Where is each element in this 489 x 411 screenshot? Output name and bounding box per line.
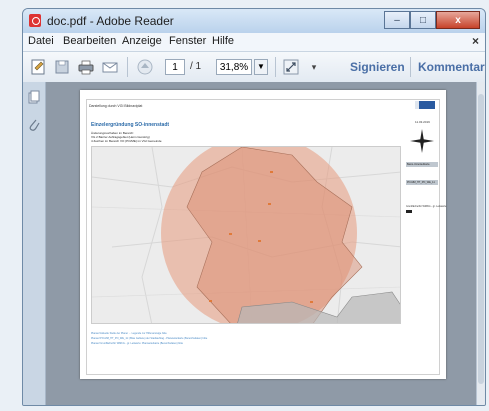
create-pdf-icon[interactable] bbox=[28, 57, 48, 77]
page-frame: Darstellung durch VGI Bildnaviplat Einze… bbox=[86, 99, 446, 375]
signieren-button[interactable]: Signieren bbox=[350, 60, 405, 74]
footer-line-3: Planauf Grunfläche/für WMKG - gr. Leitwe… bbox=[91, 342, 183, 345]
toolbar-separator bbox=[410, 57, 411, 77]
page-total: / 1 bbox=[190, 61, 202, 72]
menu-hilfe[interactable]: Hilfe bbox=[212, 35, 234, 47]
save-icon[interactable] bbox=[52, 57, 72, 77]
legend-item-1: PO-MM_HT_PO_WE_11 bbox=[406, 180, 438, 185]
menu-anzeige[interactable]: Anzeige bbox=[122, 35, 162, 47]
legend-title: Basis-Unterlaufkarte bbox=[406, 162, 438, 167]
previous-page-icon[interactable] bbox=[135, 57, 155, 77]
adobe-reader-window: doc.pdf - Adobe Reader – □ x Datei Bearb… bbox=[22, 8, 486, 406]
pages-panel-icon[interactable] bbox=[28, 90, 40, 104]
document-title: Einzelergründung SO-innenstadt bbox=[91, 122, 170, 128]
toolbar-separator bbox=[127, 57, 128, 77]
minimize-button[interactable]: – bbox=[384, 11, 410, 29]
email-icon[interactable] bbox=[100, 57, 120, 77]
toolbar-overflow-icon[interactable]: ▾ bbox=[304, 57, 324, 77]
subtitle-line-3: 4 Zeichen im Bereich VO (PO/ME) im VGI G… bbox=[91, 139, 162, 143]
map-image bbox=[91, 146, 401, 324]
north-arrow-icon bbox=[410, 129, 434, 153]
close-button[interactable]: x bbox=[436, 11, 480, 29]
organization-logo bbox=[419, 101, 435, 109]
toolbar: 1 / 1 31,8% ▼ ▾ Signieren Kommentar bbox=[23, 52, 485, 83]
menu-datei[interactable]: Datei bbox=[28, 35, 54, 47]
pdf-page: Darstellung durch VGI Bildnaviplat Einze… bbox=[80, 90, 446, 379]
vertical-scrollbar[interactable] bbox=[476, 82, 485, 405]
zoom-input[interactable]: 31,8% bbox=[216, 59, 252, 75]
navigation-sidebar bbox=[23, 82, 46, 405]
document-date: 11.03.2019 bbox=[415, 120, 430, 124]
document-area[interactable]: Darstellung durch VGI Bildnaviplat Einze… bbox=[46, 82, 479, 405]
toolbar-separator bbox=[275, 57, 276, 77]
print-icon[interactable] bbox=[76, 57, 96, 77]
page-header-text: Darstellung durch VGI Bildnaviplat bbox=[89, 104, 143, 108]
footer-line-2: Planauf PO-MM_HT_PO_WE_11: (Blau Gebiete… bbox=[91, 337, 208, 340]
kommentar-button[interactable]: Kommentar bbox=[418, 60, 485, 74]
maximize-button[interactable]: □ bbox=[410, 11, 436, 29]
page-number-input[interactable]: 1 bbox=[165, 59, 185, 75]
title-bar: doc.pdf - Adobe Reader – □ x bbox=[23, 9, 485, 33]
legend-item-2: Grunfläche/für WMKG - gr. Leitwerte bbox=[406, 205, 447, 208]
menu-bar: Datei Bearbeiten Anzeige Fenster Hilfe × bbox=[23, 33, 485, 52]
menu-fenster[interactable]: Fenster bbox=[169, 35, 206, 47]
menu-bearbeiten[interactable]: Bearbeiten bbox=[63, 35, 116, 47]
scrollbar-thumb[interactable] bbox=[478, 94, 484, 384]
attachments-icon[interactable] bbox=[28, 118, 40, 132]
fullscreen-icon[interactable] bbox=[281, 57, 301, 77]
legend-swatch bbox=[406, 210, 412, 213]
document-close-button[interactable]: × bbox=[472, 34, 479, 48]
adobe-reader-icon bbox=[29, 14, 41, 27]
window-title: doc.pdf - Adobe Reader bbox=[47, 14, 174, 28]
zoom-dropdown-icon[interactable]: ▼ bbox=[254, 59, 268, 75]
window-controls: – □ x bbox=[384, 11, 480, 29]
footer-line-1: Planauf Aktuelle Stelle der Planer ... L… bbox=[91, 332, 167, 335]
